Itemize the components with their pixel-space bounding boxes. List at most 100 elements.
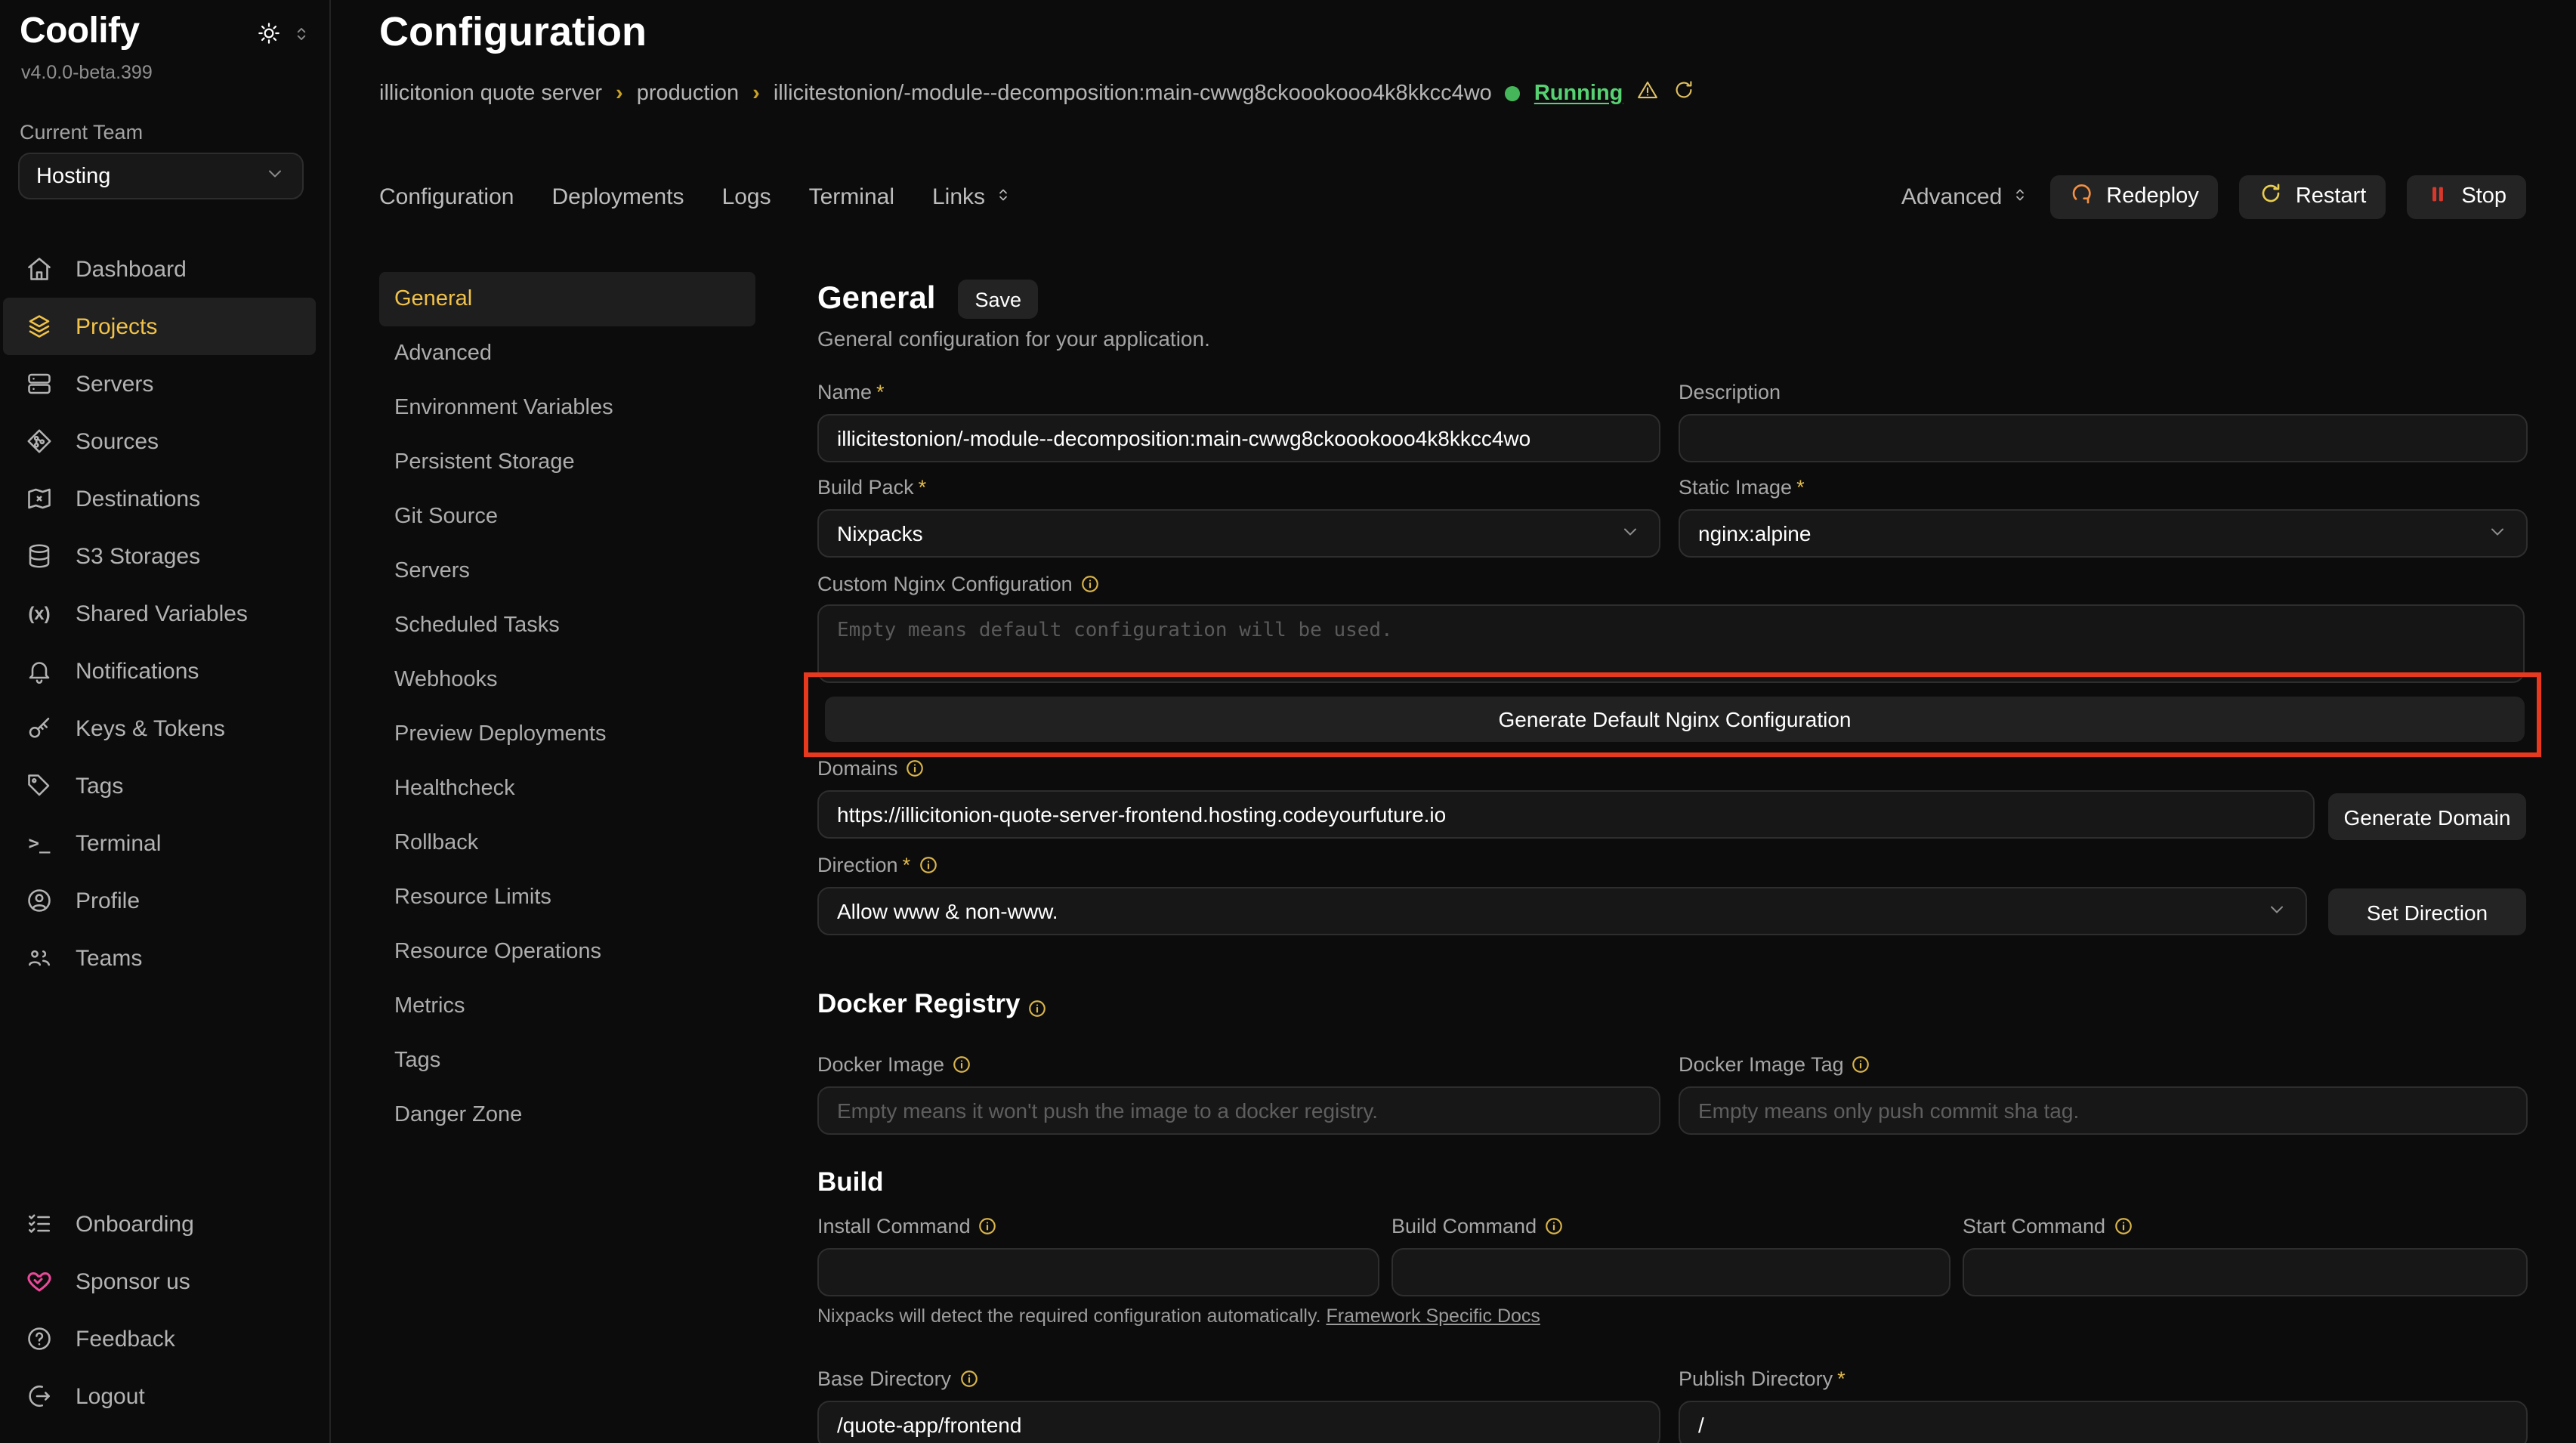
chevron-down-icon bbox=[1620, 521, 1641, 546]
install-command-input[interactable] bbox=[817, 1248, 1379, 1296]
sidebar-item-terminal[interactable]: >_ Terminal bbox=[0, 814, 329, 872]
menu-item-scheduled-tasks[interactable]: Scheduled Tasks bbox=[379, 598, 755, 653]
advanced-dropdown[interactable]: Advanced bbox=[1901, 184, 2029, 209]
breadcrumb-project[interactable]: illicitonion quote server bbox=[379, 81, 602, 105]
start-command-input[interactable] bbox=[1963, 1248, 2528, 1296]
menu-item-environment-variables[interactable]: Environment Variables bbox=[379, 381, 755, 435]
breadcrumb: illicitonion quote server › production ›… bbox=[379, 79, 1695, 107]
build-pack-select[interactable]: Nixpacks bbox=[817, 509, 1660, 558]
docker-image-label: Docker Image bbox=[817, 1053, 1660, 1076]
docker-image-input[interactable] bbox=[817, 1086, 1660, 1135]
current-team-label: Current Team bbox=[20, 121, 143, 144]
page-title: Configuration bbox=[379, 9, 647, 56]
menu-item-general[interactable]: General bbox=[379, 272, 755, 326]
tab-links[interactable]: Links bbox=[932, 184, 1012, 209]
domains-input[interactable] bbox=[817, 790, 2315, 839]
sidebar-item-onboarding[interactable]: Onboarding bbox=[0, 1195, 329, 1253]
menu-item-healthcheck[interactable]: Healthcheck bbox=[379, 762, 755, 816]
base-directory-input[interactable] bbox=[817, 1401, 1660, 1443]
publish-directory-input[interactable] bbox=[1679, 1401, 2528, 1443]
user-icon bbox=[26, 887, 53, 914]
tab-bar: Configuration Deployments Logs Terminal … bbox=[379, 174, 2526, 219]
nginx-config-label: Custom Nginx Configuration bbox=[817, 573, 2525, 595]
nginx-config-textarea[interactable] bbox=[817, 604, 2525, 683]
sidebar-item-notifications[interactable]: Notifications bbox=[0, 642, 329, 700]
menu-item-preview-deployments[interactable]: Preview Deployments bbox=[379, 707, 755, 762]
config-menu: General Advanced Environment Variables P… bbox=[379, 272, 755, 1142]
layers-icon bbox=[26, 313, 53, 340]
restart-button[interactable]: Restart bbox=[2240, 175, 2386, 218]
static-image-select[interactable]: nginx:alpine bbox=[1679, 509, 2528, 558]
sidebar-item-logout[interactable]: Logout bbox=[0, 1367, 329, 1425]
description-input[interactable] bbox=[1679, 414, 2528, 462]
sidebar-item-profile[interactable]: Profile bbox=[0, 872, 329, 929]
menu-item-resource-limits[interactable]: Resource Limits bbox=[379, 870, 755, 925]
terminal-icon: >_ bbox=[26, 830, 53, 857]
menu-item-tags[interactable]: Tags bbox=[379, 1034, 755, 1088]
help-circle-icon bbox=[26, 1325, 53, 1352]
menu-item-danger-zone[interactable]: Danger Zone bbox=[379, 1088, 755, 1142]
sidebar-item-servers[interactable]: Servers bbox=[0, 355, 329, 413]
menu-item-git-source[interactable]: Git Source bbox=[379, 490, 755, 544]
sidebar-item-feedback[interactable]: Feedback bbox=[0, 1310, 329, 1367]
chevron-right-icon: › bbox=[616, 81, 623, 105]
section-title-general: General bbox=[817, 281, 935, 317]
sidebar-item-destinations[interactable]: Destinations bbox=[0, 470, 329, 527]
tab-configuration[interactable]: Configuration bbox=[379, 184, 514, 209]
breadcrumb-application[interactable]: illicitestonion/-module--decomposition:m… bbox=[774, 81, 1492, 105]
theme-sun-icon[interactable] bbox=[257, 21, 281, 53]
base-directory-label: Base Directory bbox=[817, 1367, 1660, 1390]
tab-terminal[interactable]: Terminal bbox=[809, 184, 894, 209]
sidebar-item-s3-storages[interactable]: S3 Storages bbox=[0, 527, 329, 585]
save-button[interactable]: Save bbox=[958, 280, 1038, 319]
generate-nginx-config-button[interactable]: Generate Default Nginx Configuration bbox=[825, 697, 2525, 742]
redeploy-button[interactable]: Redeploy bbox=[2050, 175, 2219, 218]
menu-item-metrics[interactable]: Metrics bbox=[379, 979, 755, 1034]
sidebar-item-shared-variables[interactable]: (x) Shared Variables bbox=[0, 585, 329, 642]
build-command-input[interactable] bbox=[1391, 1248, 1951, 1296]
sidebar-item-keys-tokens[interactable]: Keys & Tokens bbox=[0, 700, 329, 757]
tab-logs[interactable]: Logs bbox=[722, 184, 771, 209]
section-title-docker-registry: Docker Registry bbox=[817, 988, 1047, 1020]
name-input[interactable] bbox=[817, 414, 1660, 462]
menu-item-servers[interactable]: Servers bbox=[379, 544, 755, 598]
warning-icon[interactable] bbox=[1636, 79, 1659, 107]
menu-item-resource-operations[interactable]: Resource Operations bbox=[379, 925, 755, 979]
chevron-down-icon bbox=[2487, 521, 2508, 546]
docker-image-tag-input[interactable] bbox=[1679, 1086, 2528, 1135]
status-badge[interactable]: Running bbox=[1534, 81, 1623, 105]
refresh-icon[interactable] bbox=[1673, 79, 1695, 107]
breadcrumb-environment[interactable]: production bbox=[637, 81, 739, 105]
info-icon bbox=[959, 1369, 978, 1389]
server-icon bbox=[26, 370, 53, 397]
domains-label: Domains bbox=[817, 757, 2315, 780]
menu-item-persistent-storage[interactable]: Persistent Storage bbox=[379, 435, 755, 490]
info-icon bbox=[1544, 1216, 1564, 1236]
theme-selector-chevrons-icon[interactable] bbox=[292, 23, 311, 51]
sidebar-item-sources[interactable]: Sources bbox=[0, 413, 329, 470]
redeploy-icon bbox=[2070, 181, 2094, 212]
menu-item-advanced[interactable]: Advanced bbox=[379, 326, 755, 381]
sidebar-item-tags[interactable]: Tags bbox=[0, 757, 329, 814]
direction-label: Direction* bbox=[817, 854, 2307, 876]
app-logo: Coolify bbox=[20, 11, 139, 53]
direction-select[interactable]: Allow www & non-www. bbox=[817, 887, 2307, 935]
team-select[interactable]: Hosting bbox=[18, 153, 304, 199]
set-direction-button[interactable]: Set Direction bbox=[2328, 888, 2526, 935]
tab-deployments[interactable]: Deployments bbox=[551, 184, 684, 209]
sidebar-item-projects[interactable]: Projects bbox=[3, 298, 316, 355]
sidebar-item-dashboard[interactable]: Dashboard bbox=[0, 240, 329, 298]
logout-icon bbox=[26, 1383, 53, 1410]
generate-domain-button[interactable]: Generate Domain bbox=[2328, 793, 2526, 840]
stop-button[interactable]: Stop bbox=[2407, 175, 2526, 218]
app-version: v4.0.0-beta.399 bbox=[21, 62, 153, 83]
sidebar-footer: Onboarding Sponsor us Feedback Logout bbox=[0, 1195, 329, 1425]
menu-item-webhooks[interactable]: Webhooks bbox=[379, 653, 755, 707]
framework-docs-link[interactable]: Framework Specific Docs bbox=[1327, 1305, 1540, 1327]
sidebar-item-sponsor[interactable]: Sponsor us bbox=[0, 1253, 329, 1310]
sidebar-item-teams[interactable]: Teams bbox=[0, 929, 329, 987]
section-subtitle: General configuration for your applicati… bbox=[817, 326, 1210, 351]
menu-item-rollback[interactable]: Rollback bbox=[379, 816, 755, 870]
map-icon bbox=[26, 485, 53, 512]
home-icon bbox=[26, 255, 53, 283]
